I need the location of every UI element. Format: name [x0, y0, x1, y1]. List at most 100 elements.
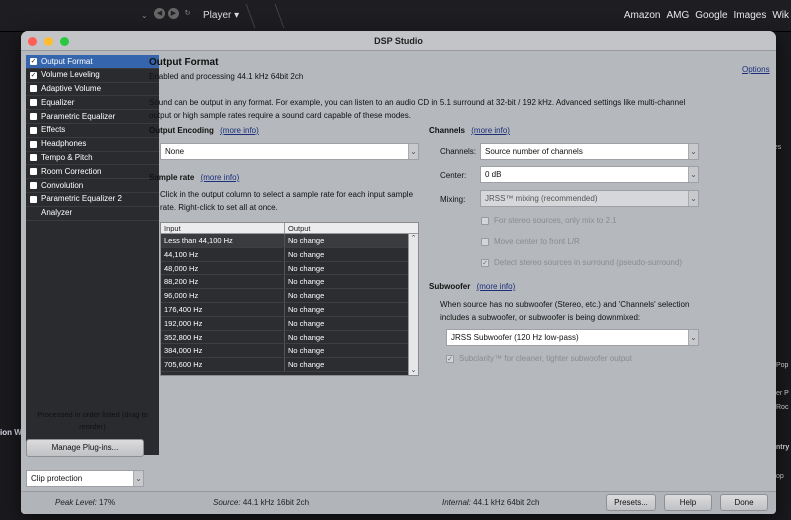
sidebar-item-label: Output Format	[41, 56, 93, 66]
checkbox-icon[interactable]	[30, 140, 37, 148]
checkbox-icon[interactable]	[481, 216, 489, 225]
cell-output[interactable]: No change	[285, 234, 407, 247]
sidebar-item-room-correction[interactable]: Room Correction	[26, 165, 159, 180]
cell-output[interactable]: No change	[285, 289, 407, 302]
move-center-option[interactable]: Move center to front L/R	[481, 237, 580, 246]
dsp-studio-window: DSP Studio ✓ Output Format ✓ Volume Leveli…	[21, 31, 776, 514]
plugin-list: ✓ Output Format ✓ Volume Leveling Adaptive…	[26, 55, 159, 455]
processed-order-note: Processed in order listed (drag to reord…	[37, 410, 148, 431]
clip-protection-select[interactable]: Clip protection ⌄	[26, 470, 144, 487]
sidebar-item-output-format[interactable]: ✓ Output Format	[26, 55, 159, 69]
checkbox-icon[interactable]	[30, 113, 37, 121]
table-row[interactable]: 88,200 Hz No change	[161, 275, 418, 290]
cell-input: Less than 44,100 Hz	[161, 234, 285, 247]
checkbox-icon[interactable]	[481, 237, 489, 246]
stereo-only-option[interactable]: For stereo sources, only mix to 2.1	[481, 216, 617, 225]
table-row[interactable]: 44,100 Hz No change	[161, 247, 418, 262]
table-row[interactable]: Less than 44,100 Hz No change	[161, 234, 418, 248]
reload-icon[interactable]: ↻	[182, 8, 193, 19]
center-select[interactable]: 0 dB ⌄	[480, 166, 699, 183]
cell-output[interactable]: No change	[285, 262, 407, 275]
table-row[interactable]: 176,400 Hz No change	[161, 302, 418, 317]
table-scrollbar[interactable]: ⌃ ⌄	[408, 234, 418, 375]
chevron-down-icon: ⌄	[688, 167, 698, 182]
sidebar-item-label: Convolution	[41, 180, 84, 190]
sidebar-item-adaptive-volume[interactable]: Adaptive Volume	[26, 83, 159, 97]
sidebar-item-convolution[interactable]: Convolution	[26, 179, 159, 193]
cell-output[interactable]: No change	[285, 303, 407, 316]
back-icon[interactable]: ◀	[154, 8, 165, 19]
cell-output[interactable]: No change	[285, 275, 407, 288]
table-row[interactable]: 384,000 Hz No change	[161, 344, 418, 359]
checkbox-icon[interactable]	[30, 85, 37, 93]
window-title: DSP Studio	[374, 36, 423, 46]
section-label: Subwoofer	[429, 282, 471, 291]
checkbox-checked-icon[interactable]: ✓	[30, 71, 37, 79]
link-images[interactable]: Images	[734, 10, 767, 21]
more-info-link[interactable]: (more info)	[201, 173, 240, 182]
sidebar-item-volume-leveling[interactable]: ✓ Volume Leveling	[26, 69, 159, 83]
table-row[interactable]: 192,000 Hz No change	[161, 316, 418, 331]
sample-rate-help: Click in the output column to select a s…	[160, 190, 414, 212]
cell-input: 352,800 Hz	[161, 330, 285, 344]
background-text: Pop	[776, 362, 789, 369]
cell-output[interactable]: No change	[285, 344, 407, 357]
checkbox-icon[interactable]	[30, 99, 37, 107]
sidebar-item-analyzer[interactable]: Analyzer	[26, 207, 159, 221]
sidebar-item-equalizer[interactable]: Equalizer	[26, 96, 159, 111]
cell-output[interactable]: No change	[285, 248, 407, 261]
link-google[interactable]: Google	[695, 10, 727, 21]
link-amazon[interactable]: Amazon	[624, 10, 661, 21]
page-subtitle: Enabled and processing 44.1 kHz 64bit 2c…	[149, 72, 304, 81]
sidebar-item-tempo-pitch[interactable]: Tempo & Pitch	[26, 152, 159, 166]
link-wiki[interactable]: Wik	[772, 10, 789, 21]
cell-input: 192,000 Hz	[161, 316, 285, 330]
link-amg[interactable]: AMG	[667, 10, 690, 21]
table-row[interactable]: 96,000 Hz No change	[161, 289, 418, 303]
sidebar-item-parametric-equalizer[interactable]: Parametric Equalizer	[26, 110, 159, 124]
subwoofer-select[interactable]: JRSS Subwoofer (120 Hz low-pass) ⌄	[446, 329, 699, 346]
cell-output[interactable]: No change	[285, 317, 407, 330]
cell-input: 384,000 Hz	[161, 344, 285, 358]
table-row[interactable]: 705,600 Hz No change	[161, 358, 418, 372]
more-info-link[interactable]: (more info)	[220, 126, 259, 135]
options-link[interactable]: Options	[742, 65, 770, 74]
background-text: ntry	[776, 444, 790, 451]
table-row[interactable]: 48,000 Hz No change	[161, 261, 418, 276]
sidebar-item-parametric-equalizer-2[interactable]: Parametric Equalizer 2	[26, 193, 159, 207]
checkbox-checked-icon[interactable]: ✓	[446, 354, 454, 363]
cell-output[interactable]: No change	[285, 331, 407, 344]
manage-plugins-button[interactable]: Manage Plug-ins...	[26, 439, 144, 457]
output-encoding-select[interactable]: None ⌄	[160, 143, 419, 160]
table-row[interactable]: 352,800 Hz No change	[161, 330, 418, 345]
checkbox-checked-icon[interactable]: ✓	[30, 57, 37, 65]
checkbox-icon[interactable]	[30, 126, 37, 134]
cell-input: 44,100 Hz	[161, 247, 285, 261]
sample-rate-header: Sample rate (more info)	[149, 173, 239, 182]
checkbox-icon[interactable]	[30, 168, 37, 176]
sidebar-item-effects[interactable]: Effects	[26, 124, 159, 138]
channels-header: Channels (more info)	[429, 126, 510, 135]
chevron-up-icon[interactable]: ⌃	[409, 234, 418, 244]
more-info-link[interactable]: (more info)	[471, 126, 510, 135]
chevron-down-icon: ⌄	[141, 11, 148, 20]
player-menu[interactable]: Player ▾	[203, 10, 239, 21]
option-label: Subclarity™ for cleaner, tighter subwoof…	[459, 354, 632, 363]
channels-select[interactable]: Source number of channels ⌄	[480, 143, 699, 160]
chevron-down-icon[interactable]: ⌄	[409, 366, 418, 375]
checkbox-icon[interactable]	[30, 195, 37, 203]
sidebar-item-headphones[interactable]: Headphones	[26, 138, 159, 152]
checkbox-checked-icon[interactable]: ✓	[481, 258, 489, 267]
checkbox-icon[interactable]	[30, 154, 37, 162]
done-button[interactable]: Done	[720, 494, 768, 511]
checkbox-icon[interactable]	[30, 182, 37, 190]
detect-stereo-option[interactable]: ✓ Detect stereo sources in surround (pse…	[481, 258, 682, 267]
subclarity-option[interactable]: ✓ Subclarity™ for cleaner, tighter subwo…	[446, 354, 632, 363]
forward-icon[interactable]: ▶	[168, 8, 179, 19]
more-info-link[interactable]: (more info)	[477, 282, 516, 291]
presets-button[interactable]: Presets...	[606, 494, 656, 511]
help-button[interactable]: Help	[664, 494, 712, 511]
mixing-select[interactable]: JRSS™ mixing (recommended) ⌄	[480, 190, 699, 207]
sample-rate-table: Input Output Less than 44,100 Hz No chang…	[160, 222, 419, 376]
cell-output[interactable]: No change	[285, 358, 407, 371]
